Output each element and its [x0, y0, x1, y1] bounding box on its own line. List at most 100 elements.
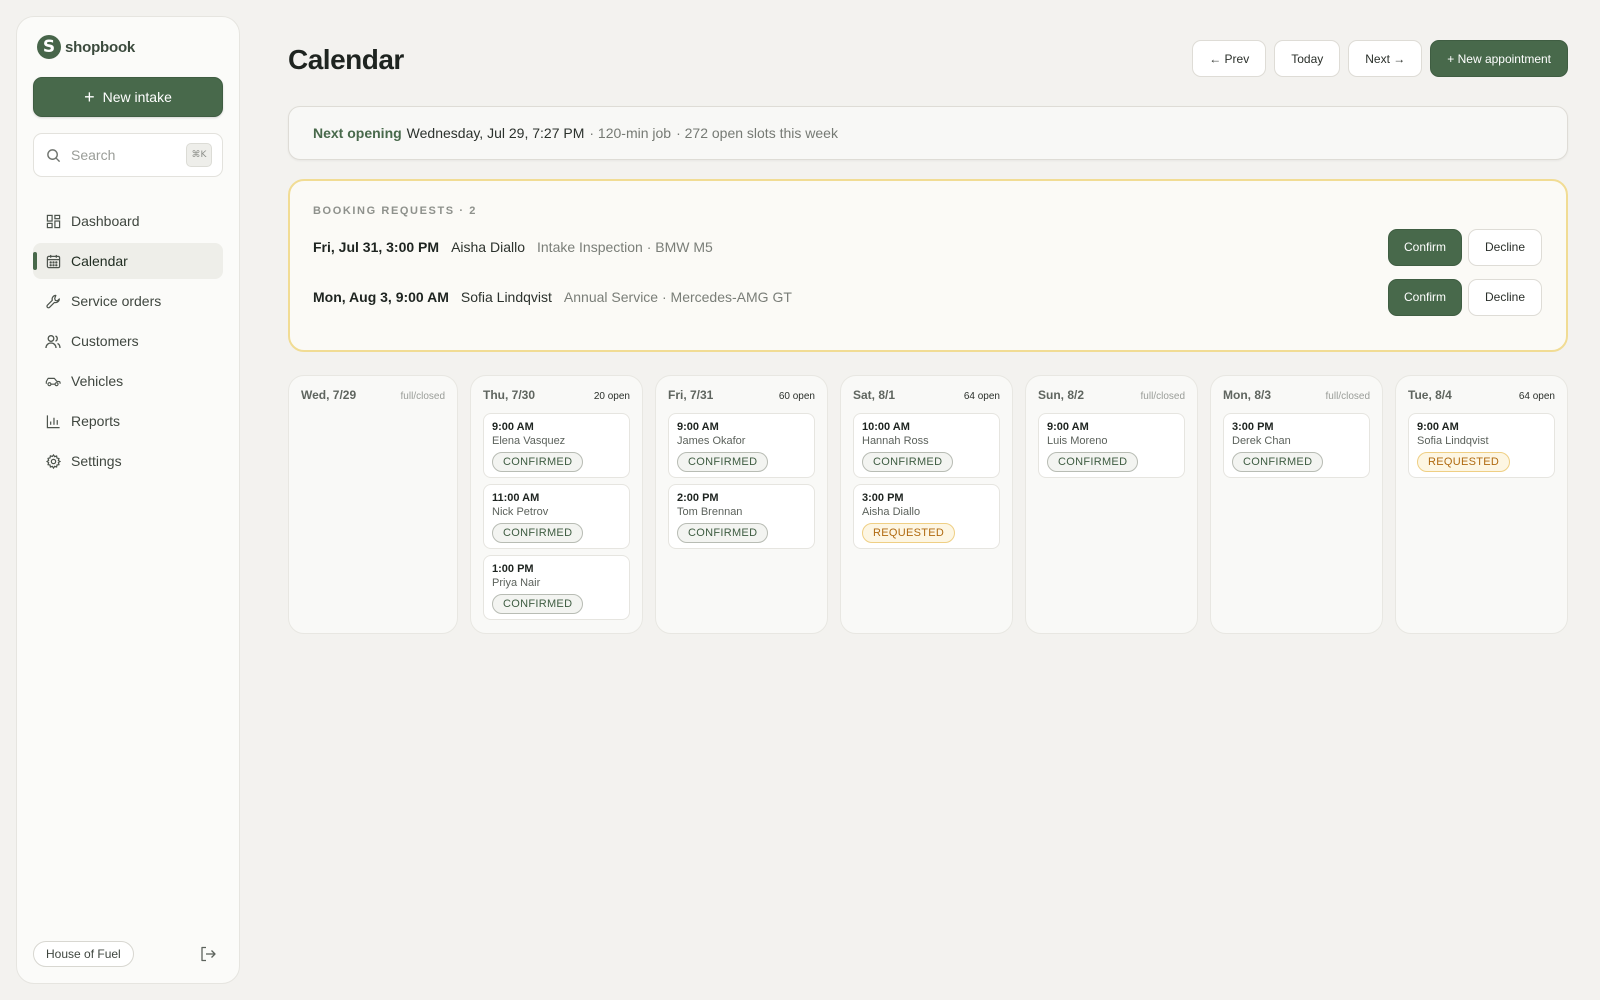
day-name: Wed, 7/29 — [301, 388, 357, 402]
gear-icon — [45, 453, 61, 469]
appointment-customer: Priya Nair — [492, 577, 541, 589]
sidebar-item-calendar[interactable]: Calendar — [33, 243, 223, 279]
status-badge: CONFIRMED — [492, 452, 584, 472]
sidebar-item-label: Dashboard — [71, 213, 140, 229]
new-appointment-button[interactable]: + New appointment — [1430, 40, 1568, 77]
day-column[interactable]: Fri, 7/31 60 open 9:00 AM James Okafor CO… — [655, 375, 828, 634]
decline-button[interactable]: Decline — [1468, 278, 1542, 316]
shop-name-chip[interactable]: House of Fuel — [33, 941, 134, 967]
search-icon — [47, 148, 61, 162]
day-column[interactable]: Thu, 7/30 20 open 9:00 AM Elena Vasquez C… — [470, 375, 643, 634]
day-column[interactable]: Wed, 7/29 full/closed — [288, 375, 458, 634]
next-button[interactable]: Next → — [1348, 40, 1423, 77]
sidebar-item-reports[interactable]: Reports — [33, 403, 223, 439]
appointment-card[interactable]: 3:00 PM Derek Chan CONFIRMED — [1223, 413, 1370, 478]
status-badge: CONFIRMED — [492, 594, 584, 614]
sidebar-item-dashboard[interactable]: Dashboard — [33, 203, 223, 239]
next-opening-label: Next opening — [313, 125, 402, 141]
new-intake-label: New intake — [102, 89, 172, 105]
day-open-count: 64 open — [1518, 391, 1555, 402]
appointment-customer: Nick Petrov — [492, 506, 549, 518]
day-open-count: 60 open — [778, 391, 815, 402]
brand[interactable]: S shopbook — [37, 33, 223, 61]
sidebar-footer: House of Fuel — [33, 941, 223, 967]
new-intake-button[interactable]: + New intake — [33, 77, 223, 117]
sidebar-item-label: Reports — [71, 413, 121, 429]
sidebar-item-label: Customers — [71, 333, 139, 349]
appointment-card[interactable]: 11:00 AM Nick Petrov CONFIRMED — [483, 484, 630, 549]
wrench-icon — [45, 293, 61, 309]
day-open-count: full/closed — [1325, 391, 1370, 402]
sidebar-item-label: Calendar — [71, 253, 128, 269]
day-name: Mon, 8/3 — [1223, 388, 1272, 402]
brand-name: shopbook — [65, 38, 136, 56]
appointment-card[interactable]: 9:00 AM James Okafor CONFIRMED — [668, 413, 815, 478]
day-open-count: full/closed — [1140, 391, 1185, 402]
brand-logo-icon: S — [37, 35, 61, 59]
sidebar-item-customers[interactable]: Customers — [33, 323, 223, 359]
logout-icon[interactable] — [199, 945, 217, 963]
confirm-button[interactable]: Confirm — [1388, 278, 1462, 316]
day-column[interactable]: Tue, 8/4 64 open 9:00 AM Sofia Lindqvist … — [1395, 375, 1568, 634]
request-datetime: Fri, Jul 31, 3:00 PM — [313, 239, 440, 255]
day-column[interactable]: Sat, 8/1 64 open 10:00 AM Hannah Ross CON… — [840, 375, 1013, 634]
today-button[interactable]: Today — [1274, 40, 1341, 77]
search-input[interactable]: Search ⌘K — [33, 133, 223, 177]
day-name: Fri, 7/31 — [668, 388, 714, 402]
appointment-card[interactable]: 3:00 PM Aisha Diallo REQUESTED — [853, 484, 1000, 549]
request-actions: Confirm Decline — [1388, 278, 1542, 316]
sidebar-item-label: Service orders — [71, 293, 162, 309]
sidebar-item-label: Vehicles — [71, 373, 124, 389]
appointment-customer: Derek Chan — [1232, 435, 1291, 447]
appointment-card[interactable]: 9:00 AM Luis Moreno CONFIRMED — [1038, 413, 1185, 478]
status-badge: REQUESTED — [1417, 452, 1511, 472]
appointment-time: 3:00 PM — [862, 492, 904, 504]
calendar-icon — [45, 253, 61, 269]
next-opening-slots: · 272 open slots this week — [676, 125, 838, 141]
appointment-card[interactable]: 10:00 AM Hannah Ross CONFIRMED — [853, 413, 1000, 478]
calendar-toolbar: ← Prev Today Next → + New appointment — [1192, 40, 1568, 77]
sidebar-nav: Dashboard Calendar Service orders Custom… — [33, 203, 223, 479]
sidebar-item-label: Settings — [71, 453, 122, 469]
bar-chart-icon — [45, 413, 61, 429]
users-icon — [45, 333, 61, 349]
next-opening-job: · 120-min job — [589, 125, 672, 141]
day-name: Tue, 8/4 — [1408, 388, 1452, 402]
appointment-card[interactable]: 9:00 AM Sofia Lindqvist REQUESTED — [1408, 413, 1555, 478]
appointment-card[interactable]: 1:00 PM Priya Nair CONFIRMED — [483, 555, 630, 620]
day-column[interactable]: Mon, 8/3 full/closed 3:00 PM Derek Chan C… — [1210, 375, 1383, 634]
appointment-time: 10:00 AM — [862, 421, 910, 433]
sidebar-item-service-orders[interactable]: Service orders — [33, 283, 223, 319]
appointment-customer: Hannah Ross — [862, 435, 929, 447]
confirm-button[interactable]: Confirm — [1388, 228, 1462, 266]
appointment-customer: Elena Vasquez — [492, 435, 566, 447]
day-open-count: 64 open — [963, 391, 1000, 402]
status-badge: CONFIRMED — [1047, 452, 1139, 472]
status-badge: CONFIRMED — [862, 452, 954, 472]
day-open-count: full/closed — [400, 391, 445, 402]
status-badge: CONFIRMED — [1232, 452, 1324, 472]
day-name: Sun, 8/2 — [1038, 388, 1085, 402]
appointment-time: 2:00 PM — [677, 492, 719, 504]
appointment-card[interactable]: 2:00 PM Tom Brennan CONFIRMED — [668, 484, 815, 549]
appointment-time: 9:00 AM — [1047, 421, 1089, 433]
appointment-time: 11:00 AM — [492, 492, 540, 504]
booking-request-row: Mon, Aug 3, 9:00 AM Sofia Lindqvist Annu… — [313, 277, 1542, 317]
sidebar-item-vehicles[interactable]: Vehicles — [33, 363, 223, 399]
decline-button[interactable]: Decline — [1468, 228, 1542, 266]
status-badge: CONFIRMED — [492, 523, 584, 543]
request-actions: Confirm Decline — [1388, 228, 1542, 266]
prev-button[interactable]: ← Prev — [1192, 40, 1267, 77]
search-shortcut-badge: ⌘K — [186, 143, 212, 167]
appointment-card[interactable]: 9:00 AM Elena Vasquez CONFIRMED — [483, 413, 630, 478]
next-opening-date: Wednesday, Jul 29, 7:27 PM — [406, 125, 585, 141]
sidebar-item-settings[interactable]: Settings — [33, 443, 223, 479]
appointment-time: 9:00 AM — [492, 421, 534, 433]
day-column[interactable]: Sun, 8/2 full/closed 9:00 AM Luis Moreno … — [1025, 375, 1198, 634]
request-customer: Sofia Lindqvist — [460, 289, 552, 305]
day-name: Thu, 7/30 — [483, 388, 536, 402]
status-badge: REQUESTED — [862, 523, 956, 543]
appointment-customer: Sofia Lindqvist — [1417, 435, 1489, 447]
day-open-count: 20 open — [593, 391, 630, 402]
next-opening-banner: Next opening Wednesday, Jul 29, 7:27 PM … — [288, 106, 1568, 160]
